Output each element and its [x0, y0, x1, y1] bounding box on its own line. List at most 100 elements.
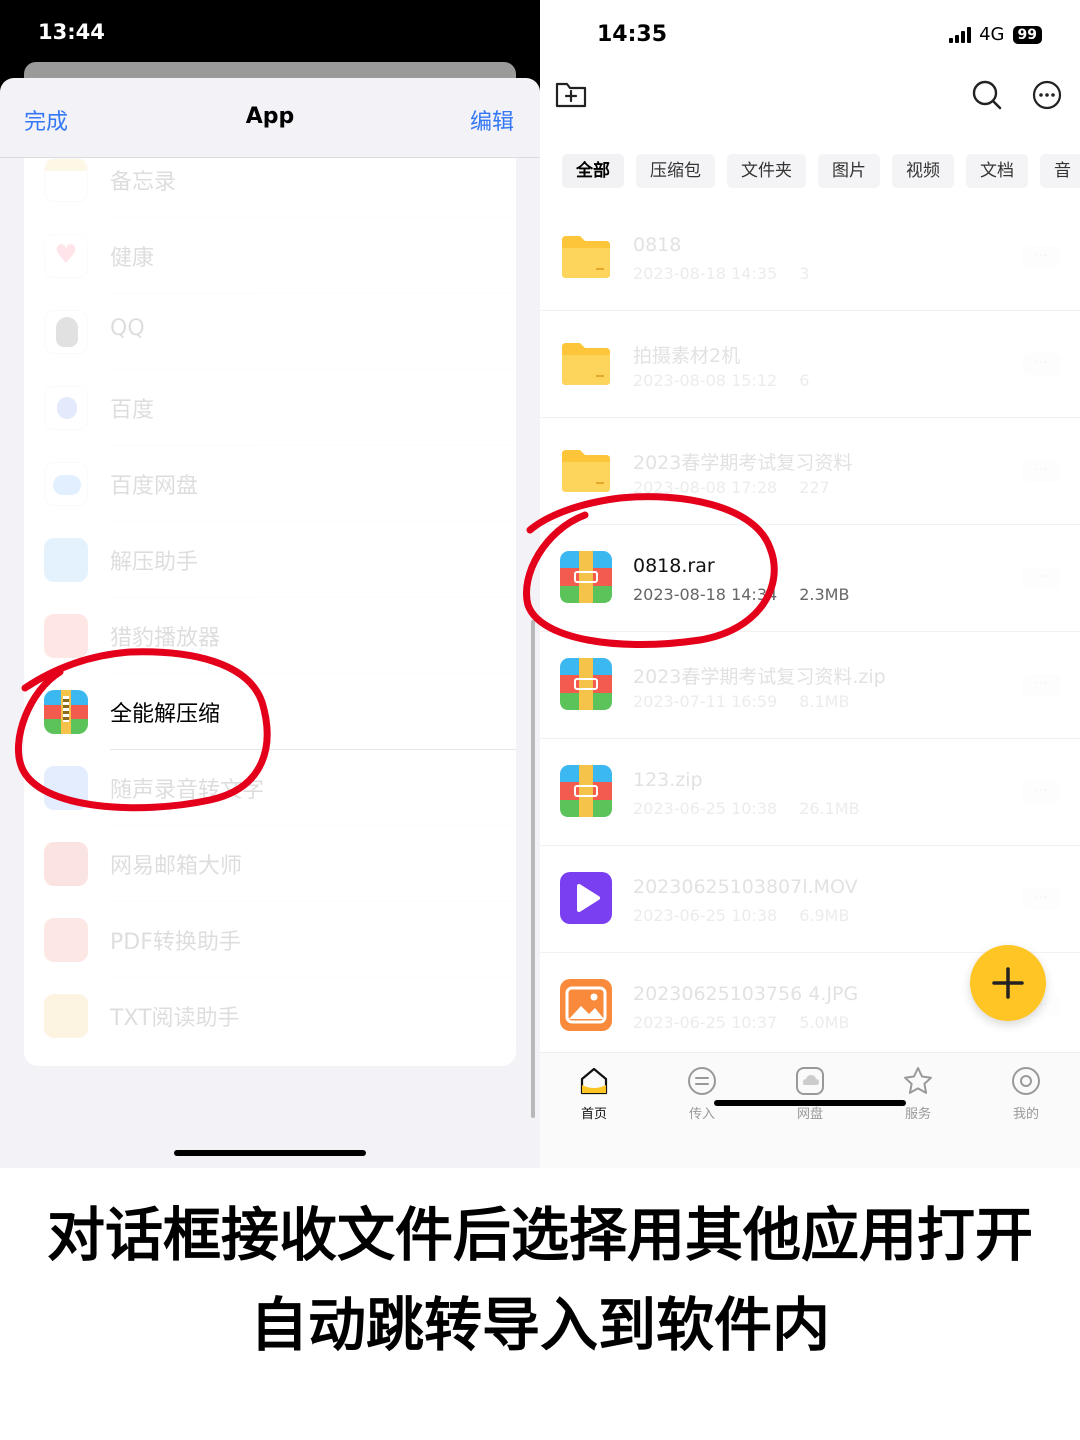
file-more-button[interactable]: ··· — [1022, 246, 1060, 268]
app-picker-sheet: 完成 App 编辑 备忘录 ♥ 健康 QQ 百度 百度网盘 解压助手 猎豹播放器… — [0, 78, 540, 1168]
file-row[interactable]: 20230625103807l.MOV 2023-06-25 10:38 6.9M… — [540, 846, 1080, 953]
add-button[interactable] — [970, 945, 1046, 1021]
battery-level: 99 — [1012, 25, 1042, 44]
file-row[interactable]: 0818 2023-08-18 14:35 3 ··· — [540, 204, 1080, 311]
folder-icon — [562, 236, 610, 278]
caption: 对话框接收文件后选择用其他应用打开 自动跳转导入到软件内 — [0, 1190, 1080, 1370]
app-row-voice-recorder[interactable]: 随声录音转文字 — [24, 750, 516, 826]
file-more-button[interactable]: ··· — [1022, 567, 1060, 589]
file-more-button[interactable]: ··· — [1022, 460, 1060, 482]
cheetah-player-icon — [44, 614, 88, 658]
file-row[interactable]: 123.zip 2023-06-25 10:38 26.1MB ··· — [540, 739, 1080, 846]
app-label: 网易邮箱大师 — [110, 854, 243, 879]
txt-reader-icon — [44, 994, 88, 1038]
netease-mail-icon — [44, 842, 88, 886]
file-more-button[interactable]: ··· — [1022, 674, 1060, 696]
file-name: 20230625103807l.MOV — [633, 876, 858, 898]
sheet-nav-bar: 完成 App 编辑 — [0, 78, 540, 158]
app-list: 备忘录 ♥ 健康 QQ 百度 百度网盘 解压助手 猎豹播放器 全能解压缩 随声录… — [24, 158, 516, 1066]
tab-images[interactable]: 图片 — [818, 154, 880, 188]
baidu-paw-icon — [44, 386, 88, 430]
nav-home[interactable]: 首页 — [554, 1065, 634, 1122]
file-meta: 2023-07-11 16:59 8.1MB — [633, 692, 850, 711]
app-row-baidu[interactable]: 百度 — [24, 370, 516, 446]
bottom-nav-bar: 首页 传入 网盘 服务 我的 — [540, 1052, 1080, 1168]
profile-icon — [1012, 1067, 1040, 1095]
app-row-cheetah-player[interactable]: 猎豹播放器 — [24, 598, 516, 674]
file-meta: 2023-08-08 17:28 227 — [633, 478, 830, 497]
voice-recorder-icon — [44, 766, 88, 810]
tab-documents[interactable]: 文档 — [966, 154, 1028, 188]
edit-button[interactable]: 编辑 — [470, 104, 514, 136]
app-label: 解压助手 — [110, 550, 199, 575]
app-label: QQ — [110, 316, 145, 341]
file-meta: 2023-08-18 14:35 3 — [633, 264, 810, 283]
file-row[interactable]: 2023春学期考试复习资料 2023-08-08 17:28 227 ··· — [540, 418, 1080, 525]
nav-import[interactable]: 传入 — [662, 1065, 742, 1122]
app-row-all-in-one-unzip[interactable]: 全能解压缩 — [24, 674, 516, 750]
app-label: 健康 — [110, 246, 155, 271]
file-more-button[interactable]: ··· — [1022, 353, 1060, 375]
caption-line-1: 对话框接收文件后选择用其他应用打开 — [46, 1201, 1033, 1269]
file-name: 0818 — [633, 234, 682, 256]
app-label: 百度 — [110, 398, 155, 423]
file-more-button[interactable]: ··· — [1022, 781, 1060, 803]
app-label: TXT阅读助手 — [110, 1006, 240, 1031]
file-name: 20230625103756 4.JPG — [633, 983, 859, 1005]
unzip-helper-icon — [44, 538, 88, 582]
star-icon — [904, 1067, 932, 1094]
nav-services[interactable]: 服务 — [878, 1065, 958, 1122]
tab-folders[interactable]: 文件夹 — [727, 154, 806, 188]
file-meta: 2023-06-25 10:37 5.0MB — [633, 1013, 850, 1032]
tab-archives[interactable]: 压缩包 — [636, 154, 715, 188]
home-icon — [580, 1067, 608, 1095]
more-options-icon[interactable] — [1030, 78, 1064, 112]
baidu-netdisk-icon — [44, 462, 88, 506]
nav-profile[interactable]: 我的 — [986, 1065, 1066, 1122]
nav-label: 我的 — [1012, 1107, 1039, 1122]
file-name: 拍摄素材2机 — [633, 345, 741, 367]
scroll-indicator[interactable] — [531, 620, 535, 1118]
video-file-icon — [560, 872, 612, 924]
app-row-pdf-converter[interactable]: PDF转换助手 — [24, 902, 516, 978]
filter-tabs: 全部 压缩包 文件夹 图片 视频 文档 音 — [562, 154, 1080, 188]
tab-audio[interactable]: 音 — [1040, 154, 1080, 188]
nav-cloud-disk[interactable]: 网盘 — [770, 1065, 850, 1122]
tab-all[interactable]: 全部 — [562, 154, 624, 188]
app-row-netease-mail[interactable]: 网易邮箱大师 — [24, 826, 516, 902]
screenshot-canvas: 13:44 4G 完成 App 编辑 备忘录 — [0, 0, 1080, 1440]
cloud-disk-icon — [796, 1067, 824, 1095]
search-icon[interactable] — [970, 78, 1004, 112]
app-row-notes[interactable]: 备忘录 — [24, 158, 516, 218]
app-row-baidu-netdisk[interactable]: 百度网盘 — [24, 446, 516, 522]
new-folder-icon[interactable] — [554, 78, 588, 110]
file-name: 123.zip — [633, 769, 703, 791]
status-time: 13:44 — [38, 20, 105, 44]
plus-icon — [992, 967, 1024, 999]
app-label: 全能解压缩 — [110, 702, 221, 727]
archive-app-icon — [44, 690, 88, 734]
file-meta: 2023-08-08 15:12 6 — [633, 371, 810, 390]
file-row-highlighted[interactable]: 0818.rar 2023-08-18 14:34 2.3MB ··· — [540, 525, 1080, 632]
right-phone-screen: 14:35 4G 99 全部 压缩包 文件夹 图片 视频 文档 音 0818 2… — [540, 0, 1080, 1168]
file-row[interactable]: 拍摄素材2机 2023-08-08 15:12 6 ··· — [540, 311, 1080, 418]
file-meta: 2023-06-25 10:38 26.1MB — [633, 799, 860, 818]
pdf-converter-icon — [44, 918, 88, 962]
app-row-txt-reader[interactable]: TXT阅读助手 — [24, 978, 516, 1054]
home-indicator[interactable] — [174, 1150, 366, 1156]
archive-file-icon — [560, 765, 612, 817]
home-indicator[interactable] — [714, 1100, 906, 1106]
network-label: 4G — [979, 24, 1005, 45]
sheet-title: App — [245, 104, 295, 129]
archive-file-icon — [560, 551, 612, 603]
import-icon — [688, 1067, 716, 1095]
file-more-button[interactable]: ··· — [1022, 888, 1060, 910]
archive-file-icon — [560, 658, 612, 710]
app-row-health[interactable]: ♥ 健康 — [24, 218, 516, 294]
nav-label: 首页 — [580, 1107, 607, 1122]
file-row[interactable]: 2023春学期考试复习资料.zip 2023-07-11 16:59 8.1MB … — [540, 632, 1080, 739]
app-label: 猎豹播放器 — [110, 626, 221, 651]
tab-videos[interactable]: 视频 — [892, 154, 954, 188]
app-row-qq[interactable]: QQ — [24, 294, 516, 370]
app-row-unzip-helper[interactable]: 解压助手 — [24, 522, 516, 598]
